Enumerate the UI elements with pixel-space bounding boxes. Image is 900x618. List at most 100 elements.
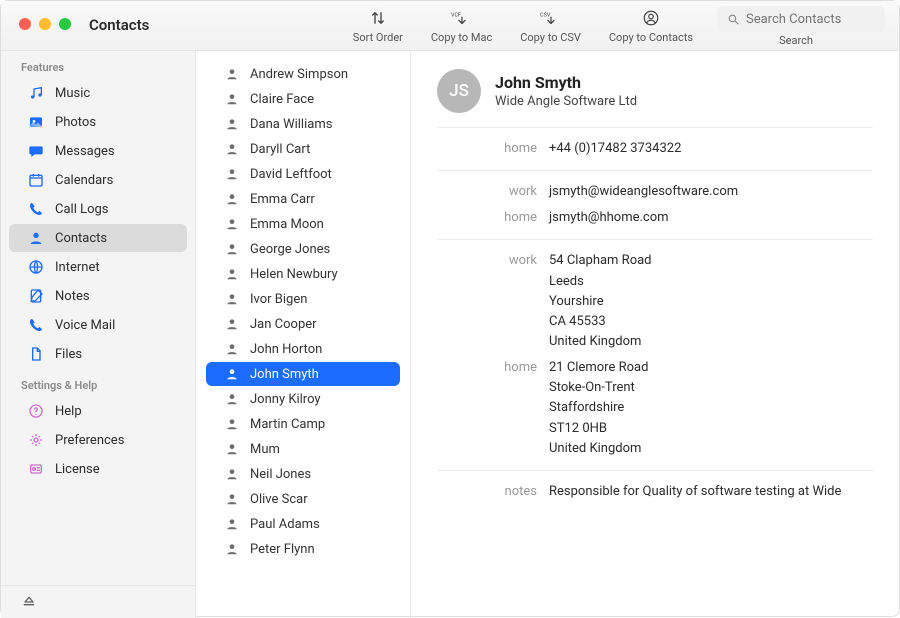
person-icon <box>224 191 240 207</box>
call-icon <box>27 200 45 218</box>
sidebar-item-label: Preferences <box>55 433 124 448</box>
contact-list-item[interactable]: Olive Scar <box>206 487 400 511</box>
contact-list-item-name: Olive Scar <box>250 492 308 507</box>
photos-icon <box>27 113 45 131</box>
contact-list-item[interactable]: Jan Cooper <box>206 312 400 336</box>
contact-list-item-name: Helen Newbury <box>250 267 338 282</box>
voicemail-icon <box>27 316 45 334</box>
sidebar-item-call-logs[interactable]: Call Logs <box>9 195 187 223</box>
person-icon <box>224 266 240 282</box>
sidebar-item-license[interactable]: License <box>9 455 187 483</box>
sidebar-item-calendars[interactable]: Calendars <box>9 166 187 194</box>
copy-to-mac-button[interactable]: VCF Copy to Mac <box>431 7 492 44</box>
person-icon <box>224 241 240 257</box>
sort-icon <box>367 7 389 29</box>
search-label: Search <box>779 34 813 47</box>
window-title: Contacts <box>89 1 149 34</box>
copy-to-csv-button[interactable]: CSV Copy to CSV <box>520 7 581 44</box>
address-line: United Kingdom <box>549 439 873 459</box>
contact-list-item[interactable]: Andrew Simpson <box>206 62 400 86</box>
contact-list-item[interactable]: Dana Williams <box>206 112 400 136</box>
sidebar-item-label: Photos <box>55 115 96 130</box>
contact-company: Wide Angle Software Ltd <box>495 94 637 109</box>
sidebar-item-label: Files <box>55 347 82 362</box>
contact-list-item[interactable]: John Horton <box>206 337 400 361</box>
sidebar-item-files[interactable]: Files <box>9 340 187 368</box>
emails-group: workjsmyth@wideanglesoftware.comhomejsmy… <box>437 171 873 240</box>
email-label: home <box>437 208 549 228</box>
sidebar-item-preferences[interactable]: Preferences <box>9 426 187 454</box>
contact-icon <box>27 229 45 247</box>
contact-list-item[interactable]: Ivor Bigen <box>206 287 400 311</box>
phone-label: home <box>437 139 549 159</box>
sidebar-item-internet[interactable]: Internet <box>9 253 187 281</box>
person-icon <box>224 116 240 132</box>
notes-label: notes <box>437 482 549 502</box>
person-icon <box>224 316 240 332</box>
contact-list-item[interactable]: Jonny Kilroy <box>206 387 400 411</box>
contact-list-item[interactable]: Mum <box>206 437 400 461</box>
sidebar-item-photos[interactable]: Photos <box>9 108 187 136</box>
toolbar: Contacts Sort Order VCF Copy to Mac CSV … <box>1 1 899 51</box>
sidebar-item-voice-mail[interactable]: Voice Mail <box>9 311 187 339</box>
person-icon <box>224 466 240 482</box>
contact-list-item[interactable]: Daryll Cart <box>206 137 400 161</box>
sidebar-item-notes[interactable]: Notes <box>9 282 187 310</box>
email-value[interactable]: jsmyth@hhome.com <box>549 208 873 228</box>
contact-list-item[interactable]: Helen Newbury <box>206 262 400 286</box>
contacts-app-icon <box>640 7 662 29</box>
phone-value[interactable]: +44 (0)17482 3734322 <box>549 139 873 159</box>
contact-list-item-name: Paul Adams <box>250 517 320 532</box>
contact-detail: JS John Smyth Wide Angle Software Ltd ho… <box>411 51 899 618</box>
person-icon <box>224 416 240 432</box>
sidebar-item-label: License <box>55 462 100 477</box>
sidebar-item-label: Help <box>55 404 82 419</box>
avatar: JS <box>437 69 481 113</box>
toolbar-actions: Sort Order VCF Copy to Mac CSV Copy to C… <box>353 1 693 44</box>
fullscreen-window-button[interactable] <box>59 18 71 30</box>
contact-list-item[interactable]: Emma Carr <box>206 187 400 211</box>
search-container: Search <box>693 1 899 47</box>
contact-list-item-name: Neil Jones <box>250 467 311 482</box>
person-icon <box>224 441 240 457</box>
address-line: ST12 0HB <box>549 419 873 439</box>
person-icon <box>224 166 240 182</box>
contact-list-item[interactable]: Claire Face <box>206 87 400 111</box>
license-icon <box>27 460 45 478</box>
contact-list-item-name: Emma Moon <box>250 217 324 232</box>
contact-list-item[interactable]: David Leftfoot <box>206 162 400 186</box>
contact-list[interactable]: Andrew SimpsonClaire FaceDana WilliamsDa… <box>196 51 411 618</box>
sidebar-item-contacts[interactable]: Contacts <box>9 224 187 252</box>
contact-list-item[interactable]: Peter Flynn <box>206 537 400 561</box>
help-icon <box>27 402 45 420</box>
person-icon <box>224 341 240 357</box>
contact-list-item[interactable]: Neil Jones <box>206 462 400 486</box>
search-field[interactable] <box>717 6 885 32</box>
address-line: Leeds <box>549 272 873 292</box>
contact-list-item-name: Ivor Bigen <box>250 292 307 307</box>
contact-list-item[interactable]: Paul Adams <box>206 512 400 536</box>
calendars-icon <box>27 171 45 189</box>
sidebar-item-help[interactable]: Help <box>9 397 187 425</box>
contact-list-item[interactable]: John Smyth <box>206 362 400 386</box>
minimize-window-button[interactable] <box>39 18 51 30</box>
sidebar-item-music[interactable]: Music <box>9 79 187 107</box>
contact-list-item-name: Andrew Simpson <box>250 67 348 82</box>
eject-icon[interactable] <box>21 594 195 610</box>
copy-to-contacts-button[interactable]: Copy to Contacts <box>609 7 693 44</box>
email-value[interactable]: jsmyth@wideanglesoftware.com <box>549 182 873 202</box>
person-icon <box>224 66 240 82</box>
sidebar-item-messages[interactable]: Messages <box>9 137 187 165</box>
person-icon <box>224 491 240 507</box>
contact-list-item[interactable]: Martin Camp <box>206 412 400 436</box>
contact-list-item[interactable]: George Jones <box>206 237 400 261</box>
sidebar-item-label: Calendars <box>55 173 113 188</box>
svg-text:CSV: CSV <box>540 12 551 18</box>
contact-list-item[interactable]: Emma Moon <box>206 212 400 236</box>
sidebar: Features MusicPhotosMessagesCalendarsCal… <box>1 51 196 618</box>
search-input[interactable] <box>746 12 900 27</box>
sidebar-item-label: Voice Mail <box>55 318 115 333</box>
sort-order-button[interactable]: Sort Order <box>353 7 403 44</box>
person-icon <box>224 366 240 382</box>
close-window-button[interactable] <box>19 18 31 30</box>
